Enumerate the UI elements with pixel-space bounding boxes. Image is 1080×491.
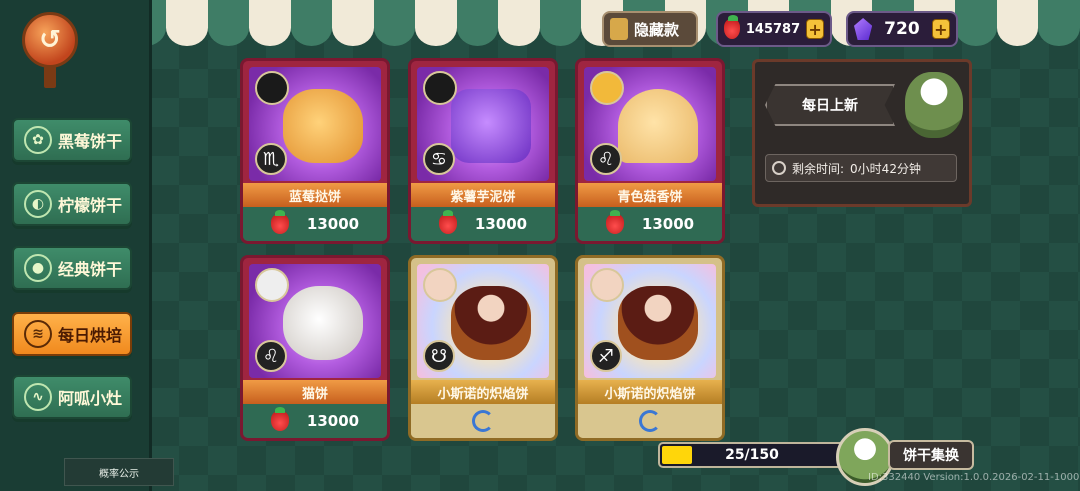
hidden-items-label: 隐藏款 bbox=[634, 20, 680, 39]
blackberry-icon: ✿ bbox=[24, 126, 52, 154]
strawberry-icon bbox=[724, 15, 740, 39]
cookie-exchange-button[interactable]: 饼干集换 bbox=[888, 440, 974, 470]
character-avatar bbox=[255, 71, 289, 105]
zodiac-icon: ♋ bbox=[423, 143, 455, 175]
card-name: 蓝莓挞饼 bbox=[243, 183, 387, 207]
zodiac-icon: ♐ bbox=[590, 340, 622, 372]
strawberry-count: 145787 bbox=[745, 21, 801, 37]
cookie-icon: ● bbox=[24, 254, 52, 282]
character-avatar bbox=[590, 268, 624, 302]
zodiac-icon: ♌ bbox=[255, 340, 287, 372]
card-price: 13000 bbox=[411, 207, 555, 241]
strawberry-icon bbox=[605, 210, 624, 234]
timer-value: 0小时42分钟 bbox=[850, 161, 921, 176]
cookie-card[interactable]: ♌ 青色菇香饼 13000 bbox=[575, 58, 725, 244]
card-art: ♋ bbox=[417, 67, 549, 181]
card-art: ☋ bbox=[417, 264, 549, 378]
collection-progress-bar: 25/150 bbox=[658, 442, 846, 468]
sidebar-item-classic[interactable]: ● 经典饼干 bbox=[12, 246, 132, 290]
sidebar-item-label: 阿呱小灶 bbox=[58, 389, 123, 408]
daily-title: 每日上新 bbox=[802, 98, 858, 114]
gem-count: 720 bbox=[884, 19, 920, 39]
probability-button[interactable]: 概率公示 bbox=[64, 458, 174, 486]
card-price: 13000 bbox=[243, 207, 387, 241]
character-avatar bbox=[255, 268, 289, 302]
sidebar-item-label: 每日烘培 bbox=[58, 326, 123, 345]
blueberry-tart-image bbox=[283, 89, 363, 163]
snow-flame-cookie-image bbox=[451, 286, 531, 360]
sidebar-item-agua-kitchen[interactable]: ∿ 阿呱小灶 bbox=[12, 375, 132, 419]
cat-cookie-image bbox=[283, 286, 363, 360]
cookie-card[interactable]: ♐ 小斯诺的炽焰饼 bbox=[575, 255, 725, 441]
claimed-icon bbox=[472, 410, 494, 432]
strawberry-counter: 145787 + bbox=[716, 11, 832, 47]
probability-label: 概率公示 bbox=[99, 468, 139, 480]
character-avatar bbox=[423, 268, 457, 302]
claimed-icon bbox=[639, 410, 661, 432]
lemon-icon: ◐ bbox=[24, 190, 52, 218]
remaining-time: 剩余时间: 0小时42分钟 bbox=[765, 154, 957, 182]
hidden-items-button[interactable]: 隐藏款 bbox=[602, 11, 698, 47]
price-value: 13000 bbox=[306, 412, 360, 430]
price-value: 13000 bbox=[641, 215, 695, 233]
mushroom-cookie-image bbox=[618, 89, 698, 163]
cookie-card[interactable]: ♌ 猫饼 13000 bbox=[240, 255, 390, 441]
progress-text: 25/150 bbox=[725, 447, 779, 463]
cookie-card[interactable]: ♋ 紫薯芋泥饼 13000 bbox=[408, 58, 558, 244]
cookie-exchange-label: 饼干集换 bbox=[903, 448, 959, 464]
steam-oven-icon: ≋ bbox=[24, 320, 52, 348]
card-art: ♐ bbox=[584, 264, 716, 378]
card-price: 13000 bbox=[578, 207, 722, 241]
sidebar-item-daily-bake[interactable]: ≋ 每日烘培 bbox=[12, 312, 132, 356]
swirl-icon: ↺ bbox=[39, 25, 61, 55]
timer-label: 剩余时间: bbox=[792, 161, 845, 176]
taro-cookie-image bbox=[451, 89, 531, 163]
price-value: 13000 bbox=[474, 215, 528, 233]
card-icon bbox=[610, 18, 628, 40]
strawberry-icon bbox=[270, 210, 289, 234]
character-avatar bbox=[423, 71, 457, 105]
card-name: 紫薯芋泥饼 bbox=[411, 183, 555, 207]
gem-icon bbox=[854, 18, 873, 40]
card-price: 13000 bbox=[243, 404, 387, 438]
wave-icon: ∿ bbox=[24, 383, 52, 411]
sidebar-item-lemon[interactable]: ◐ 柠檬饼干 bbox=[12, 182, 132, 226]
zodiac-icon: ☋ bbox=[423, 340, 455, 372]
card-claimed bbox=[411, 404, 555, 438]
chef-frog-image bbox=[905, 72, 963, 138]
card-name: 猫饼 bbox=[243, 380, 387, 404]
card-art: ♌ bbox=[249, 264, 381, 378]
card-name: 青色菇香饼 bbox=[578, 183, 722, 207]
card-art: ♌ bbox=[584, 67, 716, 181]
daily-title-banner: 每日上新 bbox=[765, 84, 895, 126]
logo-pole bbox=[44, 66, 56, 88]
card-name: 小斯诺的炽焰饼 bbox=[578, 380, 722, 404]
clock-icon bbox=[772, 161, 786, 175]
card-claimed bbox=[578, 404, 722, 438]
sidebar-item-label: 经典饼干 bbox=[58, 260, 123, 279]
character-avatar bbox=[590, 71, 624, 105]
add-gem-button[interactable]: + bbox=[931, 19, 950, 39]
cookie-card[interactable]: ♏ 蓝莓挞饼 13000 bbox=[240, 58, 390, 244]
zodiac-icon: ♌ bbox=[590, 143, 622, 175]
card-name: 小斯诺的炽焰饼 bbox=[411, 380, 555, 404]
back-logo-button[interactable]: ↺ bbox=[22, 12, 78, 68]
version-text: ID:332440 Version:1.0.0.2026-02-11-1000 bbox=[868, 472, 1080, 483]
gem-counter: 720 + bbox=[846, 11, 958, 47]
card-art: ♏ bbox=[249, 67, 381, 181]
zodiac-icon: ♏ bbox=[255, 143, 287, 175]
strawberry-icon bbox=[438, 210, 457, 234]
sidebar-item-blackberry[interactable]: ✿ 黑莓饼干 bbox=[12, 118, 132, 162]
sidebar-item-label: 柠檬饼干 bbox=[58, 196, 123, 215]
sidebar-item-label: 黑莓饼干 bbox=[58, 132, 123, 151]
daily-new-panel: 每日上新 剩余时间: 0小时42分钟 bbox=[752, 59, 972, 207]
add-strawberry-button[interactable]: + bbox=[806, 19, 824, 39]
strawberry-icon bbox=[270, 407, 289, 431]
snow-flame-cookie-image bbox=[618, 286, 698, 360]
cookie-card[interactable]: ☋ 小斯诺的炽焰饼 bbox=[408, 255, 558, 441]
price-value: 13000 bbox=[306, 215, 360, 233]
